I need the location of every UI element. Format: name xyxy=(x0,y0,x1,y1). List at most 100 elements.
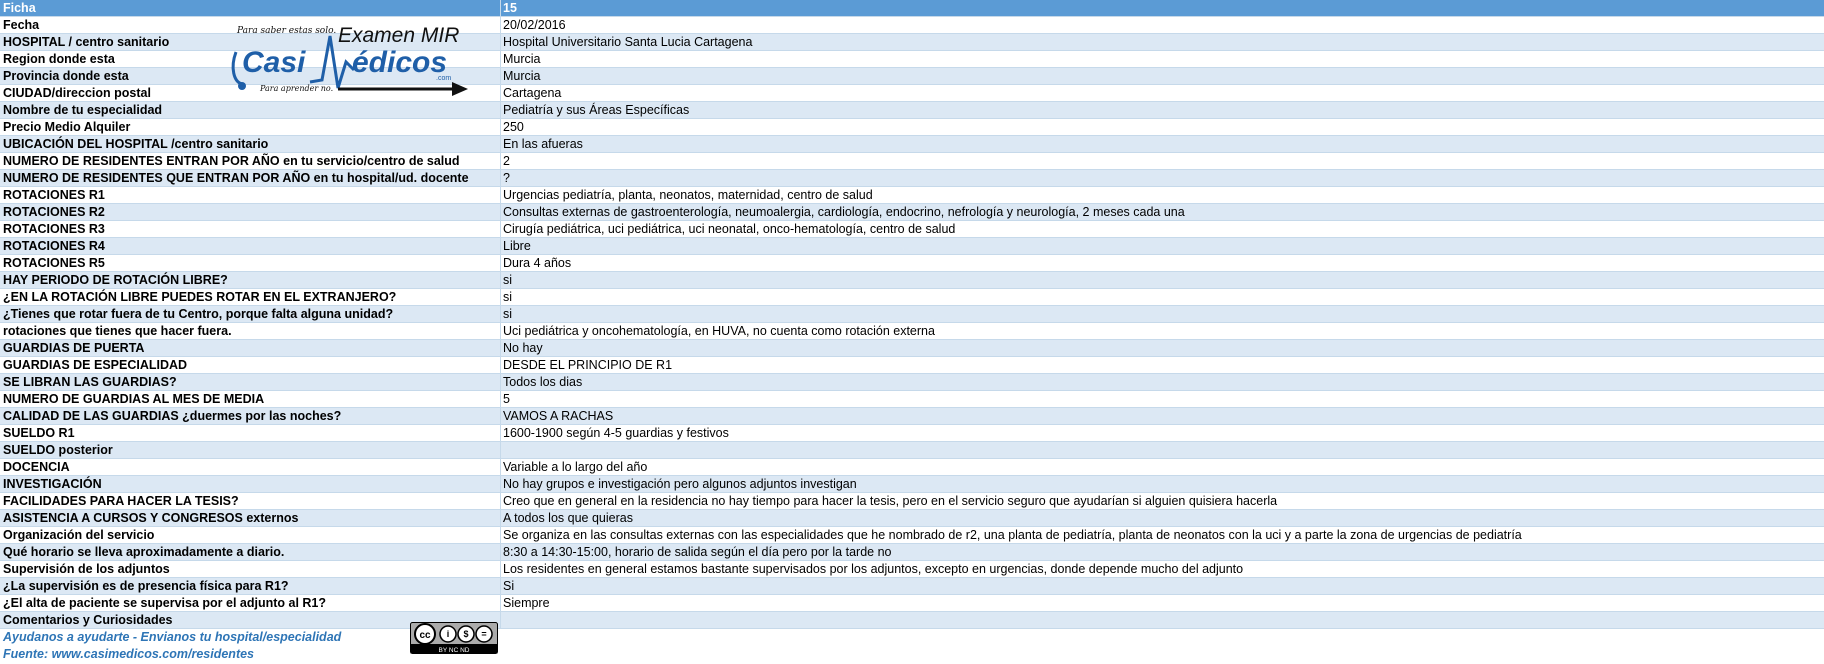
row-label[interactable]: ASISTENCIA A CURSOS Y CONGRESOS externos xyxy=(0,510,500,526)
row-label[interactable]: rotaciones que tienes que hacer fuera. xyxy=(0,323,500,339)
row-value[interactable]: 5 xyxy=(500,391,1824,407)
row-value[interactable]: 250 xyxy=(500,119,1824,135)
row-label[interactable]: NUMERO DE GUARDIAS AL MES DE MEDIA xyxy=(0,391,500,407)
row-label[interactable]: ROTACIONES R1 xyxy=(0,187,500,203)
row-value[interactable]: Variable a lo largo del año xyxy=(500,459,1824,475)
table-row[interactable]: rotaciones que tienes que hacer fuera. Uc… xyxy=(0,323,1824,340)
table-row[interactable]: Precio Medio Alquiler 250 xyxy=(0,119,1824,136)
row-value[interactable]: 2 xyxy=(500,153,1824,169)
row-value[interactable]: Pediatría y sus Áreas Específicas xyxy=(500,102,1824,118)
table-row[interactable]: UBICACIÓN DEL HOSPITAL /centro sanitario… xyxy=(0,136,1824,153)
table-row[interactable]: ¿Tienes que rotar fuera de tu Centro, po… xyxy=(0,306,1824,323)
row-value[interactable]: ? xyxy=(500,170,1824,186)
row-value[interactable]: No hay xyxy=(500,340,1824,356)
row-value[interactable]: Uci pediátrica y oncohematología, en HUV… xyxy=(500,323,1824,339)
table-row[interactable]: ¿La supervisión es de presencia física p… xyxy=(0,578,1824,595)
row-value[interactable]: Los residentes en general estamos bastan… xyxy=(500,561,1824,577)
footer-line-1[interactable]: Ayudanos a ayudarte - Envianos tu hospit… xyxy=(0,629,1824,646)
row-value[interactable]: si xyxy=(500,306,1824,322)
table-row[interactable]: ASISTENCIA A CURSOS Y CONGRESOS externos… xyxy=(0,510,1824,527)
table-row[interactable]: GUARDIAS DE PUERTA No hay xyxy=(0,340,1824,357)
header-value[interactable]: 15 xyxy=(500,0,1824,16)
row-value[interactable]: A todos los que quieras xyxy=(500,510,1824,526)
row-value[interactable]: VAMOS A RACHAS xyxy=(500,408,1824,424)
row-value[interactable]: 8:30 a 14:30-15:00, horario de salida se… xyxy=(500,544,1824,560)
row-label[interactable]: ROTACIONES R4 xyxy=(0,238,500,254)
row-label[interactable]: FACILIDADES PARA HACER LA TESIS? xyxy=(0,493,500,509)
row-label[interactable]: GUARDIAS DE ESPECIALIDAD xyxy=(0,357,500,373)
row-value[interactable]: Dura 4 años xyxy=(500,255,1824,271)
row-value[interactable]: Consultas externas de gastroenterología,… xyxy=(500,204,1824,220)
row-label[interactable]: ROTACIONES R2 xyxy=(0,204,500,220)
row-value[interactable]: si xyxy=(500,272,1824,288)
row-label[interactable]: SUELDO posterior xyxy=(0,442,500,458)
row-value[interactable]: Urgencias pediatría, planta, neonatos, m… xyxy=(500,187,1824,203)
row-label[interactable]: Qué horario se lleva aproximadamente a d… xyxy=(0,544,500,560)
header-label[interactable]: Ficha xyxy=(0,0,500,16)
row-label[interactable]: UBICACIÓN DEL HOSPITAL /centro sanitario xyxy=(0,136,500,152)
table-row[interactable]: ROTACIONES R2 Consultas externas de gastr… xyxy=(0,204,1824,221)
row-value[interactable]: Hospital Universitario Santa Lucia Carta… xyxy=(500,34,1824,50)
row-label[interactable]: SUELDO R1 xyxy=(0,425,500,441)
table-row[interactable]: HAY PERIODO DE ROTACIÓN LIBRE? si xyxy=(0,272,1824,289)
table-row[interactable]: SUELDO posterior xyxy=(0,442,1824,459)
row-value[interactable]: si xyxy=(500,289,1824,305)
row-label[interactable]: NUMERO DE RESIDENTES ENTRAN POR AÑO en t… xyxy=(0,153,500,169)
row-value[interactable]: En las afueras xyxy=(500,136,1824,152)
row-value[interactable]: 1600-1900 según 4-5 guardias y festivos xyxy=(500,425,1824,441)
table-row[interactable]: NUMERO DE GUARDIAS AL MES DE MEDIA 5 xyxy=(0,391,1824,408)
row-value[interactable] xyxy=(500,442,1824,458)
table-row[interactable]: DOCENCIA Variable a lo largo del año xyxy=(0,459,1824,476)
table-row[interactable]: ROTACIONES R4 Libre xyxy=(0,238,1824,255)
row-label[interactable]: ¿La supervisión es de presencia física p… xyxy=(0,578,500,594)
row-label[interactable]: Precio Medio Alquiler xyxy=(0,119,500,135)
row-value[interactable]: Murcia xyxy=(500,51,1824,67)
table-row[interactable]: ROTACIONES R3 Cirugía pediátrica, uci ped… xyxy=(0,221,1824,238)
row-value[interactable]: Libre xyxy=(500,238,1824,254)
row-label[interactable]: ROTACIONES R3 xyxy=(0,221,500,237)
table-row[interactable]: Supervisión de los adjuntos Los residente… xyxy=(0,561,1824,578)
table-row[interactable]: ROTACIONES R5 Dura 4 años xyxy=(0,255,1824,272)
row-value[interactable]: Creo que en general en la residencia no … xyxy=(500,493,1824,509)
table-row[interactable]: ROTACIONES R1 Urgencias pediatría, planta… xyxy=(0,187,1824,204)
row-label[interactable]: ¿EN LA ROTACIÓN LIBRE PUEDES ROTAR EN EL… xyxy=(0,289,500,305)
row-label[interactable]: SE LIBRAN LAS GUARDIAS? xyxy=(0,374,500,390)
row-value[interactable]: Siempre xyxy=(500,595,1824,611)
table-row[interactable]: Comentarios y Curiosidades xyxy=(0,612,1824,629)
row-label[interactable]: HAY PERIODO DE ROTACIÓN LIBRE? xyxy=(0,272,500,288)
row-value[interactable]: Murcia xyxy=(500,68,1824,84)
row-label[interactable]: NUMERO DE RESIDENTES QUE ENTRAN POR AÑO … xyxy=(0,170,500,186)
table-row[interactable]: INVESTIGACIÓN No hay grupos e investigaci… xyxy=(0,476,1824,493)
row-value[interactable]: No hay grupos e investigación pero algun… xyxy=(500,476,1824,492)
row-value[interactable]: Todos los dias xyxy=(500,374,1824,390)
row-label[interactable]: ¿El alta de paciente se supervisa por el… xyxy=(0,595,500,611)
table-row[interactable]: FACILIDADES PARA HACER LA TESIS? Creo que… xyxy=(0,493,1824,510)
row-label[interactable]: Organización del servicio xyxy=(0,527,500,543)
footer-line-2[interactable]: Fuente: www.casimedicos.com/residentes xyxy=(0,646,1824,663)
row-value[interactable]: DESDE EL PRINCIPIO DE R1 xyxy=(500,357,1824,373)
row-value[interactable]: Cirugía pediátrica, uci pediátrica, uci … xyxy=(500,221,1824,237)
row-label[interactable]: ROTACIONES R5 xyxy=(0,255,500,271)
row-label[interactable]: GUARDIAS DE PUERTA xyxy=(0,340,500,356)
row-value[interactable]: Cartagena xyxy=(500,85,1824,101)
table-row[interactable]: SE LIBRAN LAS GUARDIAS? Todos los dias xyxy=(0,374,1824,391)
table-row[interactable]: Organización del servicio Se organiza en … xyxy=(0,527,1824,544)
row-label[interactable]: CALIDAD DE LAS GUARDIAS ¿duermes por las… xyxy=(0,408,500,424)
row-value[interactable]: Se organiza en las consultas externas co… xyxy=(500,527,1824,543)
header-row[interactable]: Ficha 15 xyxy=(0,0,1824,17)
table-row[interactable]: NUMERO DE RESIDENTES ENTRAN POR AÑO en t… xyxy=(0,153,1824,170)
table-row[interactable]: ¿El alta de paciente se supervisa por el… xyxy=(0,595,1824,612)
row-label[interactable]: ¿Tienes que rotar fuera de tu Centro, po… xyxy=(0,306,500,322)
creative-commons-badge[interactable]: cc i $ = BY NC ND xyxy=(410,622,498,654)
row-label[interactable]: Supervisión de los adjuntos xyxy=(0,561,500,577)
table-row[interactable]: CALIDAD DE LAS GUARDIAS ¿duermes por las… xyxy=(0,408,1824,425)
row-value[interactable] xyxy=(500,612,1824,628)
row-value[interactable]: Si xyxy=(500,578,1824,594)
table-row[interactable]: GUARDIAS DE ESPECIALIDAD DESDE EL PRINCIP… xyxy=(0,357,1824,374)
table-row[interactable]: Qué horario se lleva aproximadamente a d… xyxy=(0,544,1824,561)
row-label[interactable]: Nombre de tu especialidad xyxy=(0,102,500,118)
row-label[interactable]: DOCENCIA xyxy=(0,459,500,475)
row-value[interactable]: 20/02/2016 xyxy=(500,17,1824,33)
table-row[interactable]: ¿EN LA ROTACIÓN LIBRE PUEDES ROTAR EN EL… xyxy=(0,289,1824,306)
table-row[interactable]: SUELDO R1 1600-1900 según 4-5 guardias y … xyxy=(0,425,1824,442)
